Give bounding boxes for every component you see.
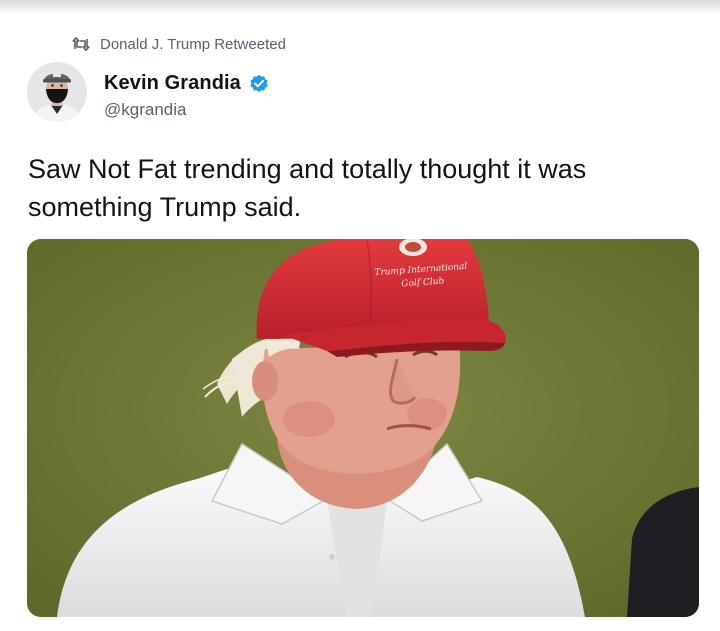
retweet-icon <box>72 37 90 51</box>
top-shadow <box>0 0 720 14</box>
tweet-text: Saw Not Fat trending and totally thought… <box>28 150 688 226</box>
social-context[interactable]: Donald J. Trump Retweeted <box>72 34 286 54</box>
tweet-photo[interactable]: Trump International Golf Club <box>27 239 699 617</box>
verified-badge-icon <box>249 74 269 94</box>
tweet-text-line-1: Saw Not Fat trending and totally thought… <box>28 154 587 184</box>
social-context-label: Donald J. Trump Retweeted <box>100 35 286 53</box>
display-name[interactable]: Kevin Grandia <box>104 72 241 95</box>
tweet-card: Donald J. Trump Retweeted Kevin Grandia <box>0 0 720 631</box>
avatar[interactable] <box>27 62 87 122</box>
author-name-row: Kevin Grandia <box>104 72 269 95</box>
author-block[interactable]: Kevin Grandia @kgrandia <box>104 72 269 120</box>
user-handle[interactable]: @kgrandia <box>104 100 269 120</box>
tweet-text-line-2: something Trump said. <box>28 192 302 222</box>
